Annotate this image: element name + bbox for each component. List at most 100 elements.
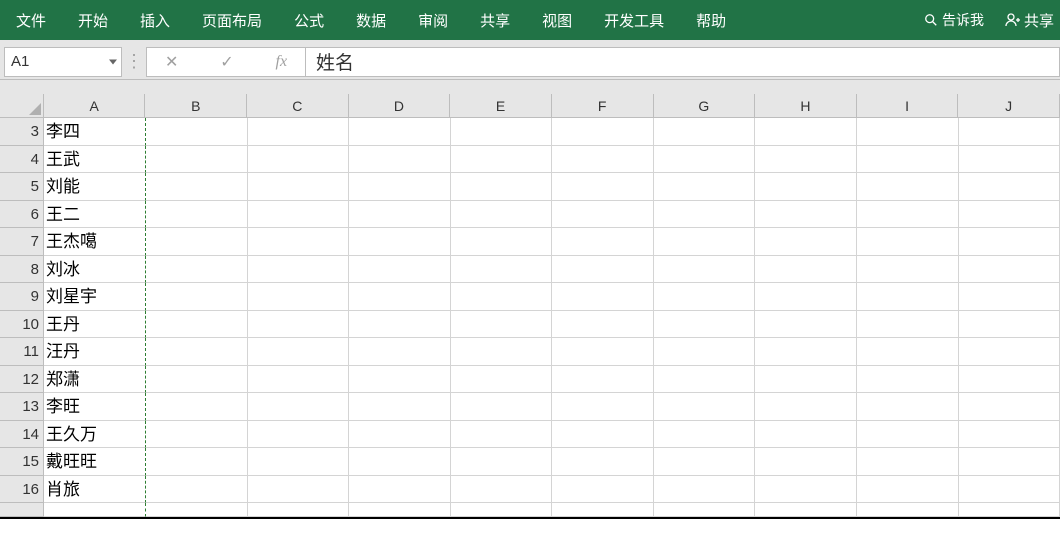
cell[interactable]: 李四 [44,118,146,146]
cell[interactable] [248,228,350,255]
cell[interactable] [451,393,553,420]
cell[interactable] [654,338,756,365]
cell[interactable] [248,146,350,173]
cell[interactable] [959,173,1060,200]
cell[interactable] [146,311,248,338]
cell[interactable]: 李旺 [44,393,146,421]
cell[interactable] [857,503,959,516]
cell[interactable]: 王二 [44,201,146,229]
cell[interactable]: 王丹 [44,311,146,339]
column-header[interactable]: E [450,94,552,117]
cell[interactable] [349,201,451,228]
cell[interactable] [857,228,959,255]
cell[interactable] [248,503,350,516]
row-header[interactable]: 11 [0,338,44,366]
cell[interactable] [552,311,654,338]
cell[interactable] [959,118,1060,145]
cell[interactable]: 汪丹 [44,338,146,366]
cell[interactable] [654,201,756,228]
cell[interactable] [552,421,654,448]
cell[interactable] [552,173,654,200]
cell[interactable] [146,146,248,173]
cell[interactable] [552,448,654,475]
cell[interactable] [248,393,350,420]
cell[interactable] [654,146,756,173]
cell[interactable] [248,256,350,283]
cell[interactable] [552,476,654,503]
cell[interactable] [146,393,248,420]
column-header[interactable]: C [247,94,349,117]
cell[interactable] [654,448,756,475]
cell[interactable] [755,503,857,516]
cell[interactable]: 戴旺旺 [44,448,146,476]
cell[interactable] [755,256,857,283]
cell[interactable] [959,393,1060,420]
cell[interactable] [248,476,350,503]
cell[interactable] [146,228,248,255]
row-header[interactable] [0,503,44,517]
cell[interactable] [755,366,857,393]
cell[interactable] [959,146,1060,173]
cell[interactable] [959,448,1060,475]
cell[interactable] [552,146,654,173]
cell[interactable] [959,201,1060,228]
row-header[interactable]: 5 [0,173,44,201]
cell[interactable] [146,338,248,365]
row-header[interactable]: 9 [0,283,44,311]
cell[interactable] [248,448,350,475]
cell[interactable]: 刘星宇 [44,283,146,311]
cell[interactable] [451,201,553,228]
cell[interactable] [349,448,451,475]
cell[interactable]: 王杰噶 [44,228,146,256]
cell[interactable] [451,503,553,516]
cell[interactable] [451,366,553,393]
cell[interactable] [857,283,959,310]
cell[interactable] [959,256,1060,283]
cell[interactable] [552,393,654,420]
cell[interactable] [248,421,350,448]
cell[interactable] [349,228,451,255]
ribbon-tab[interactable]: 数据 [340,0,402,40]
select-all-corner[interactable] [0,94,44,117]
ribbon-tab[interactable]: 插入 [124,0,186,40]
cell[interactable] [248,338,350,365]
cell[interactable] [654,476,756,503]
cell[interactable] [248,283,350,310]
cell[interactable] [552,366,654,393]
cell[interactable] [451,476,553,503]
cell[interactable] [349,118,451,145]
cell[interactable] [654,366,756,393]
column-header[interactable]: G [654,94,756,117]
cell[interactable] [146,366,248,393]
ribbon-tab[interactable]: 开发工具 [588,0,680,40]
cell[interactable] [349,393,451,420]
cell[interactable] [755,173,857,200]
cell[interactable] [959,503,1060,516]
cell[interactable] [248,366,350,393]
cell[interactable] [349,146,451,173]
cell[interactable] [349,256,451,283]
cell[interactable] [755,146,857,173]
cell[interactable] [248,173,350,200]
cell[interactable] [349,366,451,393]
cell[interactable]: 王久万 [44,421,146,449]
column-header[interactable]: J [958,94,1060,117]
confirm-icon[interactable]: ✓ [220,52,233,72]
cell[interactable]: 刘冰 [44,256,146,284]
cell[interactable] [755,476,857,503]
cell[interactable] [857,173,959,200]
row-header[interactable]: 7 [0,228,44,256]
row-header[interactable]: 3 [0,118,44,146]
cell[interactable] [451,338,553,365]
ribbon-tab[interactable]: 公式 [278,0,340,40]
cell[interactable] [146,283,248,310]
cell[interactable] [654,421,756,448]
cell[interactable] [857,311,959,338]
share-contact[interactable]: 共享 [994,10,1060,31]
cell[interactable] [857,476,959,503]
ribbon-tab[interactable]: 审阅 [402,0,464,40]
cell[interactable] [755,118,857,145]
chevron-down-icon[interactable] [109,59,117,64]
cell[interactable] [349,173,451,200]
cell[interactable] [654,393,756,420]
